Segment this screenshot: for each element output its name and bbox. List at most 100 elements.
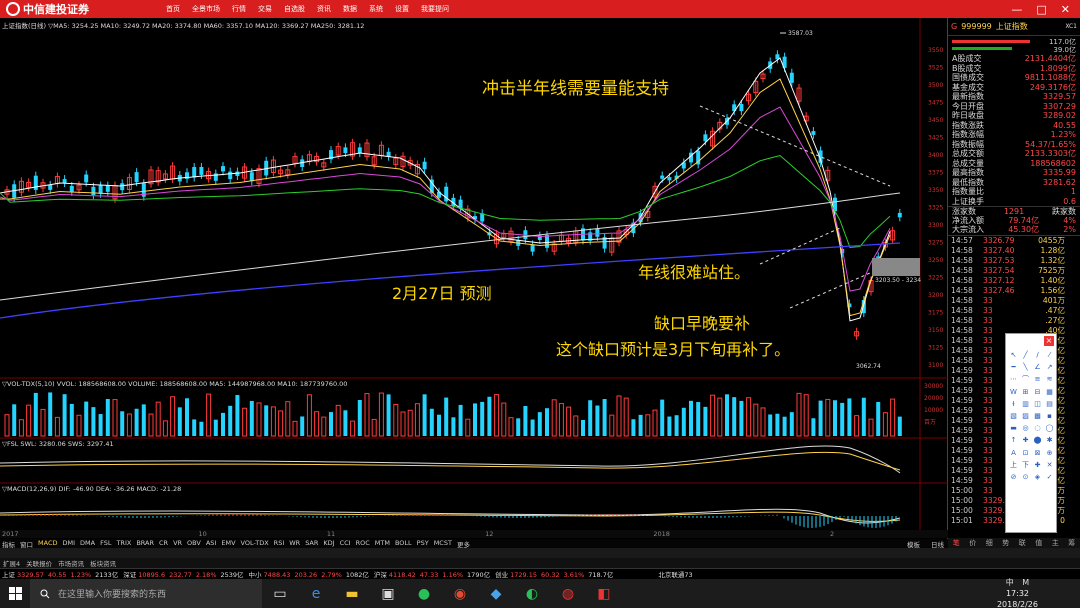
draw-tool-icon[interactable]: ━ bbox=[1008, 362, 1019, 373]
draw-tool-icon[interactable]: ⊡ bbox=[1020, 448, 1031, 459]
quote-tab[interactable]: 主 bbox=[1052, 538, 1059, 548]
draw-tool-icon[interactable]: A bbox=[1008, 448, 1019, 459]
ext-tab[interactable]: 关联报价 bbox=[26, 558, 52, 568]
draw-tool-icon[interactable]: ▨ bbox=[1020, 411, 1031, 422]
minimize-button[interactable]: — bbox=[1011, 3, 1022, 16]
ext-tab[interactable]: 市场资讯 bbox=[58, 558, 84, 568]
draw-tool-icon[interactable]: 下 bbox=[1020, 460, 1031, 471]
indicator-tab[interactable]: 更多 bbox=[457, 539, 470, 549]
draw-tool-icon[interactable]: ≡ bbox=[1032, 374, 1043, 385]
indicator-tab[interactable]: ASI bbox=[206, 539, 217, 548]
draw-tool-icon[interactable]: 上 bbox=[1008, 460, 1019, 471]
draw-tool-icon[interactable]: ✚ bbox=[1032, 460, 1043, 471]
menu-item-settings[interactable]: 设置 bbox=[389, 4, 415, 14]
indicator-tab[interactable]: TRIX bbox=[116, 539, 131, 548]
app-icon-3[interactable]: ◐ bbox=[514, 579, 550, 608]
draw-tool-icon[interactable]: ↗ bbox=[1044, 362, 1055, 373]
menu-item-ask[interactable]: 我要提问 bbox=[415, 4, 455, 14]
draw-tool-icon[interactable]: ⊙ bbox=[1020, 472, 1031, 483]
indicator-tab[interactable]: CCI bbox=[340, 539, 351, 548]
indicator-tab[interactable]: VR bbox=[173, 539, 182, 548]
draw-tool-icon[interactable]: ∕ bbox=[1032, 350, 1043, 361]
draw-tool-icon[interactable]: ⊞ bbox=[1020, 387, 1031, 398]
draw-tool-icon[interactable]: ✱ bbox=[1044, 435, 1055, 446]
ext-tab[interactable]: 扩展4 bbox=[3, 558, 20, 568]
draw-tool-icon[interactable]: ◯ bbox=[1044, 423, 1055, 434]
index-status[interactable]: 中小 7488.43 203.26 2.79% 1082亿 bbox=[249, 569, 369, 579]
menu-item-watchlist[interactable]: 自选股 bbox=[278, 4, 311, 14]
draw-tool-icon[interactable]: ↑ bbox=[1008, 435, 1019, 446]
draw-tool-icon[interactable]: ∠ bbox=[1032, 362, 1043, 373]
chart-panel[interactable]: 上证指数(日线) ▽MA5: 3254.25 MA10: 3249.72 MA2… bbox=[0, 18, 948, 549]
draw-tool-icon[interactable]: ⊠ bbox=[1032, 448, 1043, 459]
draw-tool-icon[interactable]: ▩ bbox=[1032, 411, 1043, 422]
quote-tab[interactable]: 筹 bbox=[1068, 538, 1075, 548]
app-icon-2[interactable]: ◆ bbox=[478, 579, 514, 608]
drawing-toolbox[interactable]: × ↖ ╱ ∕ ⁄ ━ ╲ ∠ ↗ ⋯ ⌒ ≡ ≋ W ⊞ ⊟ ▦ Ɨ ▥ ◫ ▤ ▧ ▨ ▩ ▪ ▬ ◎ ◌ ◯ ↑ ✚ ⬤ ✱ A ⊡ ⊠ ⊕ 上下… bbox=[1005, 333, 1057, 533]
store-icon[interactable]: ▣ bbox=[370, 579, 406, 608]
draw-tool-icon[interactable]: Ɨ bbox=[1008, 399, 1019, 410]
draw-tool-icon[interactable]: ≋ bbox=[1044, 374, 1055, 385]
draw-tool-icon[interactable]: ▪ bbox=[1044, 411, 1055, 422]
draw-tool-icon[interactable]: ▦ bbox=[1044, 387, 1055, 398]
indicator-tab[interactable]: FSL bbox=[100, 539, 111, 548]
draw-tool-icon[interactable]: ⊘ bbox=[1008, 472, 1019, 483]
quote-tab[interactable]: 值 bbox=[1035, 538, 1042, 548]
indicator-tab[interactable]: MACD bbox=[38, 539, 57, 548]
draw-tool-icon[interactable]: ◫ bbox=[1032, 399, 1043, 410]
task-view-icon[interactable]: ▭ bbox=[262, 579, 298, 608]
draw-tool-icon[interactable]: W bbox=[1008, 387, 1019, 398]
ime-indicator[interactable]: 中 bbox=[1006, 578, 1014, 587]
indicator-tab[interactable]: MCST bbox=[434, 539, 452, 548]
ime2-indicator[interactable]: M bbox=[1022, 578, 1029, 587]
menu-item-trade[interactable]: 交易 bbox=[252, 4, 278, 14]
system-clock[interactable]: 中 M 17:32 2018/2/26 bbox=[997, 577, 1080, 608]
indicator-tab[interactable]: DMA bbox=[80, 539, 95, 548]
draw-tool-icon[interactable]: ◌ bbox=[1032, 423, 1043, 434]
draw-tool-icon[interactable]: ↖ bbox=[1008, 350, 1019, 361]
indicator-tab[interactable]: SAR bbox=[305, 539, 318, 548]
indicator-tab[interactable]: BOLL bbox=[395, 539, 412, 548]
close-button[interactable]: ✕ bbox=[1061, 3, 1070, 16]
indicator-tab[interactable]: 指标 bbox=[2, 539, 15, 549]
menu-item-data[interactable]: 数据 bbox=[337, 4, 363, 14]
index-status[interactable]: 沪深 4118.42 47.33 1.16% 1790亿 bbox=[374, 569, 490, 579]
indicator-tab[interactable]: RSI bbox=[274, 539, 285, 548]
windows-start-icon[interactable] bbox=[0, 579, 30, 608]
indicator-tab[interactable]: 窗口 bbox=[20, 539, 33, 549]
template-tab[interactable]: 模板 bbox=[907, 539, 926, 549]
app-icon-1[interactable]: ● bbox=[406, 579, 442, 608]
toolbox-close-icon[interactable]: × bbox=[1044, 336, 1054, 346]
file-explorer-icon[interactable]: ▬ bbox=[334, 579, 370, 608]
quote-tab[interactable]: 势 bbox=[1002, 538, 1009, 548]
draw-tool-icon[interactable]: ✚ bbox=[1020, 435, 1031, 446]
draw-tool-icon[interactable]: ⊟ bbox=[1032, 387, 1043, 398]
menu-item-system[interactable]: 系统 bbox=[363, 4, 389, 14]
draw-tool-icon[interactable]: ✓ bbox=[1044, 472, 1055, 483]
indicator-tab[interactable]: CR bbox=[159, 539, 168, 548]
trading-app-icon[interactable]: ◍ bbox=[550, 579, 586, 608]
period-tab[interactable]: 日线 bbox=[931, 539, 948, 549]
menu-item-news[interactable]: 资讯 bbox=[311, 4, 337, 14]
draw-tool-icon[interactable]: ⬤ bbox=[1032, 435, 1043, 446]
draw-tool-icon[interactable]: ▬ bbox=[1008, 423, 1019, 434]
indicator-tab[interactable]: DMI bbox=[62, 539, 75, 548]
draw-tool-icon[interactable]: ╱ bbox=[1020, 350, 1031, 361]
quote-tab[interactable]: 价 bbox=[969, 538, 976, 548]
draw-tool-icon[interactable]: ╲ bbox=[1020, 362, 1031, 373]
draw-tool-icon[interactable]: ▥ bbox=[1020, 399, 1031, 410]
maximize-button[interactable]: □ bbox=[1036, 3, 1046, 16]
indicator-tab[interactable]: KDJ bbox=[323, 539, 334, 548]
indicator-tab[interactable]: VOL-TDX bbox=[241, 539, 269, 548]
draw-tool-icon[interactable]: ⌒ bbox=[1020, 374, 1031, 385]
indicator-tab[interactable]: OBV bbox=[187, 539, 201, 548]
draw-tool-icon[interactable]: ◈ bbox=[1032, 472, 1043, 483]
draw-tool-icon[interactable]: ⋯ bbox=[1008, 374, 1019, 385]
app-icon-4[interactable]: ◧ bbox=[586, 579, 622, 608]
taskbar-search[interactable]: 在这里输入你要搜索的东西 bbox=[30, 579, 262, 608]
index-status[interactable]: 深证 10895.6 232.77 2.18% 2539亿 bbox=[123, 569, 243, 579]
menu-item-market[interactable]: 全景市场 bbox=[186, 4, 226, 14]
indicator-tab[interactable]: MTM bbox=[375, 539, 390, 548]
menu-item-home[interactable]: 首页 bbox=[160, 4, 186, 14]
chrome-icon[interactable]: ◉ bbox=[442, 579, 478, 608]
